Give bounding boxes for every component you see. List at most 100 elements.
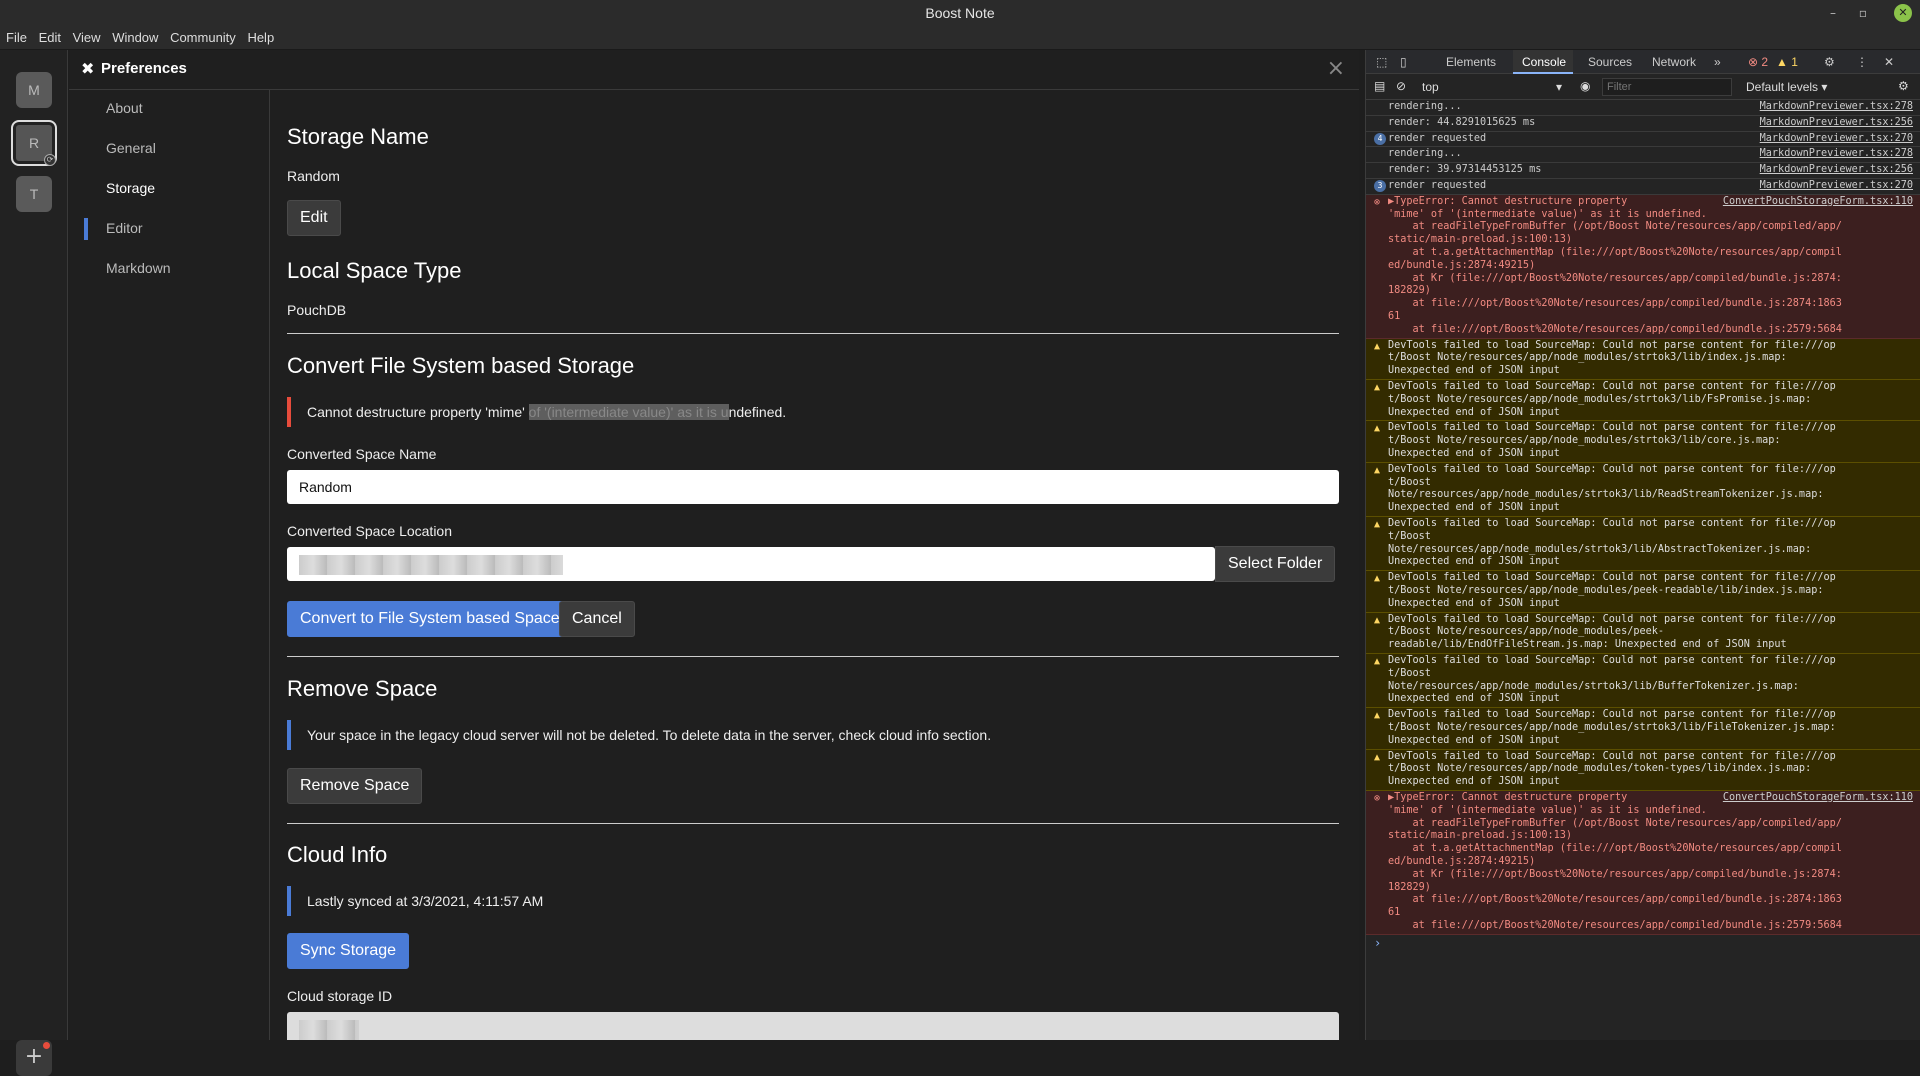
log-line: t/Boost xyxy=(1388,667,1431,679)
storage-settings: Storage Name Random Edit Local Space Typ… xyxy=(271,90,1339,1040)
log-line: static/main-preload.js:100:13) xyxy=(1388,234,1573,246)
warning-icon: ▲ xyxy=(1374,614,1381,626)
live-expression-icon[interactable]: ◉ xyxy=(1580,79,1590,93)
log-line: DevTools failed to load SourceMap: Could… xyxy=(1388,572,1836,584)
log-line: DevTools failed to load SourceMap: Could… xyxy=(1388,339,1836,351)
menu-help[interactable]: Help xyxy=(241,26,274,45)
log-line: ▶TypeError: Cannot destructure property xyxy=(1388,792,1628,803)
title-bar: Boost Note – ▫ ✕ xyxy=(0,0,1920,26)
menu-edit[interactable]: Edit xyxy=(33,26,61,45)
log-row: rendering... MarkdownPreviewer.tsx:278 xyxy=(1366,147,1920,164)
menu-file[interactable]: File xyxy=(0,26,27,45)
sync-badge-icon: ⟳ xyxy=(44,154,56,166)
context-select[interactable]: top ▾ xyxy=(1422,80,1562,94)
console-settings-icon[interactable]: ⚙ xyxy=(1898,79,1909,93)
space-rail: M R ⟳ T + xyxy=(0,50,68,1076)
source-link[interactable]: MarkdownPreviewer.tsx:278 xyxy=(1760,148,1913,161)
cloud-id-input[interactable] xyxy=(287,1012,1339,1040)
error-count-icon[interactable]: ⊗ 2 xyxy=(1748,55,1768,69)
close-preferences-icon[interactable]: × xyxy=(1327,56,1345,81)
log-line: 61 xyxy=(1388,907,1401,919)
menu-community[interactable]: Community xyxy=(164,26,236,45)
settings-icon[interactable]: ⚙ xyxy=(1824,55,1835,69)
warning-icon: ▲ xyxy=(1374,464,1381,476)
log-row: 4 render requested MarkdownPreviewer.tsx:2… xyxy=(1366,132,1920,148)
log-line: t/Boost xyxy=(1388,476,1431,488)
converted-name-input[interactable]: Random xyxy=(287,470,1339,504)
log-line: Unexpected end of JSON input xyxy=(1388,365,1560,377)
source-link[interactable]: MarkdownPreviewer.tsx:278 xyxy=(1760,101,1913,114)
close-devtools-icon[interactable]: ✕ xyxy=(1884,55,1894,69)
log-line: DevTools failed to load SourceMap: Could… xyxy=(1388,422,1836,434)
minimize-icon[interactable]: – xyxy=(1824,4,1842,22)
log-line: rendering... xyxy=(1388,101,1462,112)
space-avatar-m[interactable]: M xyxy=(16,72,52,108)
remove-note-callout: Your space in the legacy cloud server wi… xyxy=(287,720,1187,750)
log-row: rendering... MarkdownPreviewer.tsx:278 xyxy=(1366,100,1920,116)
nav-markdown[interactable]: Markdown xyxy=(106,260,171,276)
error-callout: Cannot destructure property 'mime' of '(… xyxy=(287,397,1187,427)
nav-general[interactable]: General xyxy=(106,140,156,156)
log-line: 'mime' of '(intermediate value)' as it i… xyxy=(1388,208,1707,220)
source-link[interactable]: MarkdownPreviewer.tsx:256 xyxy=(1760,164,1913,177)
nav-storage[interactable]: Storage xyxy=(106,180,155,196)
select-folder-button[interactable]: Select Folder xyxy=(1215,546,1336,582)
source-link[interactable]: ConvertPouchStorageForm.tsx:110 xyxy=(1723,196,1913,209)
maximize-icon[interactable]: ▫ xyxy=(1854,4,1872,22)
preferences-modal: ✖ Preferences × About General Storage Ed… xyxy=(69,50,1432,1040)
log-line: Unexpected end of JSON input xyxy=(1388,447,1560,459)
error-count: 2 xyxy=(1761,55,1769,69)
log-line: rendering... xyxy=(1388,148,1462,160)
levels-dropdown[interactable]: Default levels ▾ xyxy=(1746,80,1827,94)
warning-row: ▲ DevTools failed to load SourceMap: Coul… xyxy=(1366,338,1920,380)
inspect-icon[interactable]: ⬚ xyxy=(1376,55,1387,69)
log-line: Unexpected end of JSON input xyxy=(1388,734,1560,746)
sync-storage-button[interactable]: Sync Storage xyxy=(287,933,410,969)
more-tabs-icon[interactable]: » xyxy=(1714,55,1721,69)
clear-console-icon[interactable]: ⊘ xyxy=(1396,79,1406,93)
sidebar-toggle-icon[interactable]: ▤ xyxy=(1374,79,1385,93)
source-link[interactable]: ConvertPouchStorageForm.tsx:110 xyxy=(1723,792,1913,805)
add-space-button[interactable]: + xyxy=(16,1040,52,1076)
log-line: render: 39.97314453125 ms xyxy=(1388,164,1542,176)
filter-input[interactable] xyxy=(1602,78,1732,96)
source-link[interactable]: MarkdownPreviewer.tsx:256 xyxy=(1760,117,1913,130)
tab-sources[interactable]: Sources xyxy=(1588,55,1632,69)
device-toggle-icon[interactable]: ▯ xyxy=(1400,55,1407,69)
warning-icon: ▲ xyxy=(1374,519,1381,530)
menu-view[interactable]: View xyxy=(67,26,101,45)
log-line: at t.a.getAttachmentMap (file:///opt/Boo… xyxy=(1388,246,1842,258)
remove-space-button[interactable]: Remove Space xyxy=(287,768,423,804)
edit-button[interactable]: Edit xyxy=(287,200,341,236)
space-avatar-t[interactable]: T xyxy=(16,176,52,212)
nav-editor[interactable]: Editor xyxy=(106,220,143,236)
convert-button[interactable]: Convert to File System based Space xyxy=(287,601,573,637)
last-synced-callout: Lastly synced at 3/3/2021, 4:11:57 AM xyxy=(287,886,1187,916)
log-line: 182829) xyxy=(1388,881,1431,893)
converted-location-input[interactable] xyxy=(287,547,1215,581)
log-line: at file:///opt/Boost%20Note/resources/ap… xyxy=(1388,323,1842,335)
log-line: DevTools failed to load SourceMap: Could… xyxy=(1388,463,1836,475)
log-line: DevTools failed to load SourceMap: Could… xyxy=(1388,381,1836,392)
tab-elements[interactable]: Elements xyxy=(1446,55,1496,69)
console-prompt[interactable]: › xyxy=(1374,936,1381,950)
warning-icon: ▲ xyxy=(1374,423,1381,435)
warning-count-icon[interactable]: ▲ 1 xyxy=(1776,55,1798,69)
source-link[interactable]: MarkdownPreviewer.tsx:270 xyxy=(1760,133,1913,146)
kebab-menu-icon[interactable]: ⋮ xyxy=(1856,55,1868,69)
divider xyxy=(287,656,1339,657)
tab-network[interactable]: Network xyxy=(1652,55,1696,69)
warning-row: ▲ DevTools failed to load SourceMap: Coul… xyxy=(1366,380,1920,422)
active-nav-indicator xyxy=(84,218,88,240)
console-toolbar: ▤ ⊘ top▾ ◉ Default levels ▾ ⚙ xyxy=(1366,74,1920,100)
warning-row: ▲ DevTools failed to load SourceMap: Coul… xyxy=(1366,708,1920,750)
error-text: Cannot destructure property 'mime' xyxy=(307,404,529,420)
log-line: Note/resources/app/node_modules/strtok3/… xyxy=(1388,489,1824,501)
close-icon[interactable]: ✕ xyxy=(1894,4,1912,22)
menu-window[interactable]: Window xyxy=(106,26,158,45)
cancel-button[interactable]: Cancel xyxy=(559,601,635,637)
nav-about[interactable]: About xyxy=(106,100,143,116)
tab-console[interactable]: Console xyxy=(1522,55,1566,69)
source-link[interactable]: MarkdownPreviewer.tsx:270 xyxy=(1760,180,1913,193)
warning-row: ▲ DevTools failed to load SourceMap: Coul… xyxy=(1366,517,1920,572)
